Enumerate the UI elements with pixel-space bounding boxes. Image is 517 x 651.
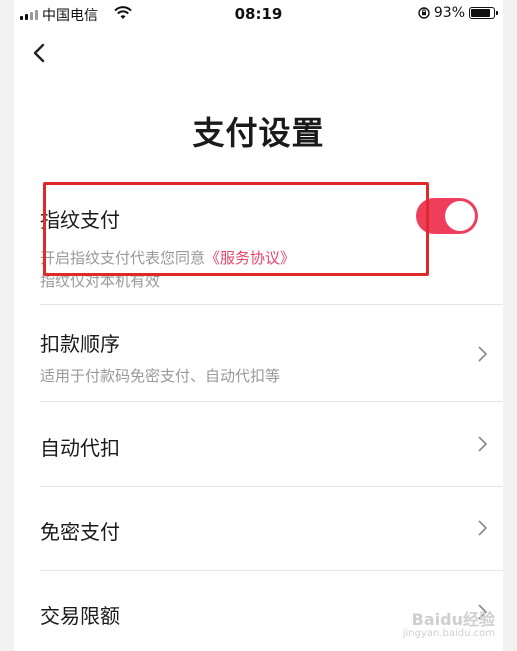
- annotation-highlight-box: [43, 182, 429, 276]
- divider: [40, 401, 503, 402]
- auto-deduct-label: 自动代扣: [40, 436, 120, 460]
- watermark: Baidu经验 jingyan.baidu.com: [402, 610, 495, 641]
- setting-row-auto-deduct[interactable]: 自动代扣: [40, 432, 490, 461]
- watermark-url: jingyan.baidu.com: [402, 628, 495, 639]
- chevron-right-icon: [478, 520, 488, 536]
- deduction-order-desc: 适用于付款码免密支付、自动代扣等: [40, 367, 281, 385]
- battery-icon: [469, 7, 498, 19]
- status-bar: 中国电信 08:19 93%: [14, 0, 503, 30]
- toggle-knob: [445, 201, 475, 231]
- page-title: 支付设置: [192, 114, 325, 152]
- battery-percent: 93%: [433, 5, 465, 21]
- back-arrow-icon[interactable]: [28, 38, 52, 68]
- setting-row-deduction-order[interactable]: 扣款顺序 适用于付款码免密支付、自动代扣等: [40, 328, 490, 386]
- watermark-text: Baidu经验: [411, 610, 495, 629]
- divider: [40, 304, 503, 305]
- rotation-lock-icon: [418, 7, 430, 19]
- battery-fill: [471, 9, 490, 17]
- divider: [40, 486, 503, 487]
- phone-screen: 中国电信 08:19 93% 支付设置 指纹支付 开启指纹支付代表您同意《服务协…: [14, 0, 503, 651]
- chevron-right-icon: [478, 346, 488, 362]
- password-free-label: 免密支付: [40, 520, 120, 544]
- divider: [40, 570, 503, 571]
- status-right: 93%: [418, 5, 498, 21]
- setting-row-password-free[interactable]: 免密支付: [40, 516, 490, 545]
- deduction-order-label: 扣款顺序: [40, 332, 120, 356]
- chevron-right-icon: [478, 436, 488, 452]
